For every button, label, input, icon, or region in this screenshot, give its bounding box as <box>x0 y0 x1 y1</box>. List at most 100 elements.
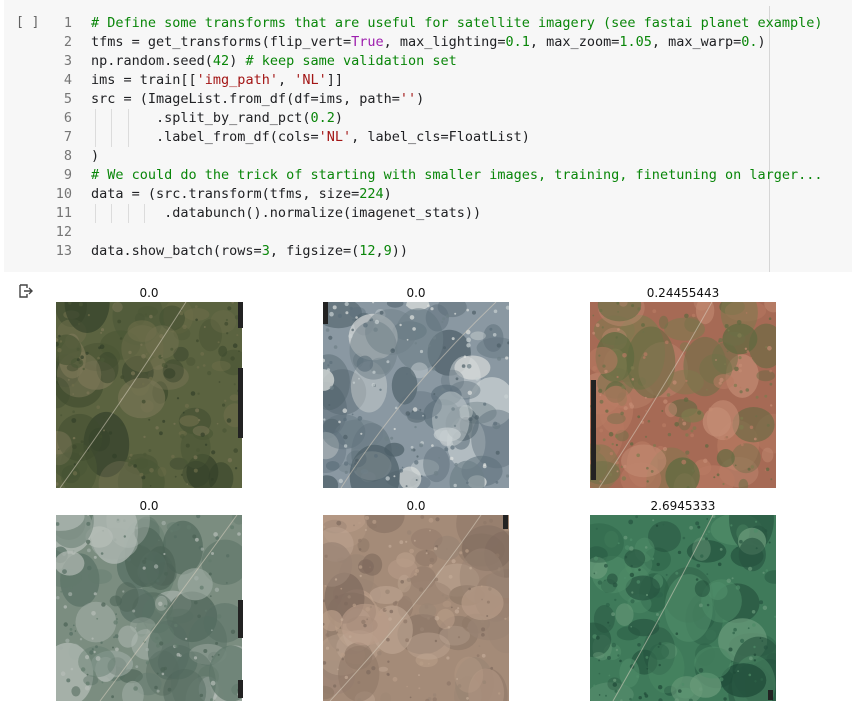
code-line[interactable]: 8) <box>4 147 852 166</box>
output-redirect-icon <box>19 284 33 298</box>
satellite-image <box>590 515 776 701</box>
code-token: 'img_path' <box>196 72 278 88</box>
imagery-watermark <box>323 302 328 324</box>
indent-guide <box>127 204 129 223</box>
code-line[interactable]: 13 data.show_batch(rows=3, figsize=(12,9)… <box>4 242 852 261</box>
code-cell[interactable]: [ ] 1 # Define some transforms that are u… <box>4 0 852 272</box>
imagery-watermark <box>503 515 508 529</box>
line-number: 1 <box>63 15 72 31</box>
tile-label: 0.0 <box>139 499 159 513</box>
code-text: # Define some transforms that are useful… <box>91 14 823 33</box>
line-number: 3 <box>63 53 72 69</box>
code-text: src = (ImageList.from_df(df=ims, path=''… <box>91 90 424 109</box>
code-token: # keep same validation set <box>245 53 457 69</box>
indent-guide <box>127 109 129 128</box>
indent-guide <box>111 128 113 147</box>
indent-guide <box>127 128 129 147</box>
code-line[interactable]: 3 np.random.seed(42) # keep same validati… <box>4 52 852 71</box>
tile-label: 0.24455443 <box>646 286 720 300</box>
code-token: , max_lighting= <box>383 34 506 50</box>
code-line[interactable]: 6 .split_by_rand_pct(0.2) <box>4 109 852 128</box>
code-token: 'NL' <box>294 72 327 88</box>
satellite-image <box>323 515 509 701</box>
code-token: ) <box>91 148 100 164</box>
code-token: # Define some transforms that are useful… <box>91 15 823 31</box>
indent-guide <box>95 109 96 128</box>
imagery-watermark <box>238 600 243 638</box>
code-text: # We could do the trick of starting with… <box>91 166 823 185</box>
tile-label: 0.0 <box>139 286 159 300</box>
code-token: , <box>375 243 384 259</box>
imagery-watermark <box>238 302 243 328</box>
code-token: np.random.seed( <box>91 53 213 69</box>
line-number: 8 <box>63 148 72 164</box>
code-token: ) <box>383 186 392 202</box>
imagery-watermark <box>238 680 243 698</box>
code-text: .databunch().normalize(imagenet_stats)) <box>91 204 481 223</box>
code-text: data.show_batch(rows=3, figsize=(12,9)) <box>91 242 408 261</box>
line-number: 13 <box>55 243 72 259</box>
code-token: 1.05 <box>619 34 652 50</box>
code-token: data = (src.transform(tfms, size= <box>91 186 360 202</box>
imagery-watermark <box>768 690 773 700</box>
code-line[interactable]: 4 ims = train[['img_path', 'NL']] <box>4 71 852 90</box>
code-token: '' <box>399 91 417 107</box>
code-token: 0.2 <box>310 110 335 126</box>
code-text: ims = train[['img_path', 'NL']] <box>91 71 343 90</box>
code-line[interactable]: 7 .label_from_df(cols='NL', label_cls=Fl… <box>4 128 852 147</box>
indent-guide <box>95 128 96 147</box>
code-text: .label_from_df(cols='NL', label_cls=Floa… <box>91 128 530 147</box>
code-line[interactable]: 9 # We could do the trick of starting wit… <box>4 166 852 185</box>
code-token: , label_cls=FloatList) <box>351 129 530 145</box>
indent-guide <box>95 204 96 223</box>
code-line[interactable]: 11 .databunch().normalize(imagenet_stats… <box>4 204 852 223</box>
line-number: 7 <box>63 129 72 145</box>
code-token: ) <box>229 53 246 69</box>
code-line[interactable]: 12 <box>4 223 852 242</box>
code-token: ]] <box>326 72 343 88</box>
code-token: .split_by_rand_pct( <box>91 110 311 126</box>
code-token: .label_from_df(cols= <box>91 129 319 145</box>
code-token: # We could do the trick of starting with… <box>91 167 823 183</box>
code-token: 'NL' <box>318 129 352 145</box>
code-token: True <box>351 34 384 50</box>
code-token: ) <box>757 34 766 50</box>
code-token: 12 <box>359 243 376 259</box>
code-token: , <box>277 72 295 88</box>
code-text: tfms = get_transforms(flip_vert=True, ma… <box>91 33 766 52</box>
code-token: , figsize=( <box>269 243 360 259</box>
code-token: 42 <box>212 53 230 69</box>
code-text: data = (src.transform(tfms, size=224) <box>91 185 392 204</box>
line-number: 12 <box>55 224 72 240</box>
code-token: 0.1 <box>505 34 530 50</box>
code-token: ) <box>334 110 343 126</box>
indent-guide <box>143 204 145 223</box>
code-token: )) <box>391 243 409 259</box>
line-number: 2 <box>63 34 72 50</box>
line-number: 10 <box>55 186 72 202</box>
code-line[interactable]: 10 data = (src.transform(tfms, size=224) <box>4 185 852 204</box>
code-token: .databunch().normalize(imagenet_stats)) <box>91 205 482 221</box>
satellite-image <box>590 302 776 488</box>
code-token: 224 <box>359 186 384 202</box>
line-number: 6 <box>63 110 72 126</box>
code-line[interactable]: 2 tfms = get_transforms(flip_vert=True, m… <box>4 33 852 52</box>
code-editor[interactable]: 1 # Define some transforms that are usefu… <box>4 14 852 261</box>
tile-label: 0.0 <box>406 499 426 513</box>
code-token: src = (ImageList.from_df(df=ims, path= <box>91 91 400 107</box>
code-token: ims = train[[ <box>91 72 197 88</box>
satellite-image <box>56 515 242 701</box>
line-number: 5 <box>63 91 72 107</box>
indent-guide <box>111 109 113 128</box>
imagery-watermark <box>238 368 243 438</box>
code-token: data.show_batch(rows= <box>91 243 262 259</box>
code-token: , max_zoom= <box>529 34 620 50</box>
code-token: 9 <box>383 243 392 259</box>
code-text: ) <box>91 147 99 166</box>
code-line[interactable]: 1 # Define some transforms that are usefu… <box>4 14 852 33</box>
satellite-image <box>56 302 242 488</box>
code-line[interactable]: 5 src = (ImageList.from_df(df=ims, path='… <box>4 90 852 109</box>
code-text: .split_by_rand_pct(0.2) <box>91 109 343 128</box>
indent-guide <box>111 204 113 223</box>
tile-label: 2.6945333 <box>650 499 716 513</box>
